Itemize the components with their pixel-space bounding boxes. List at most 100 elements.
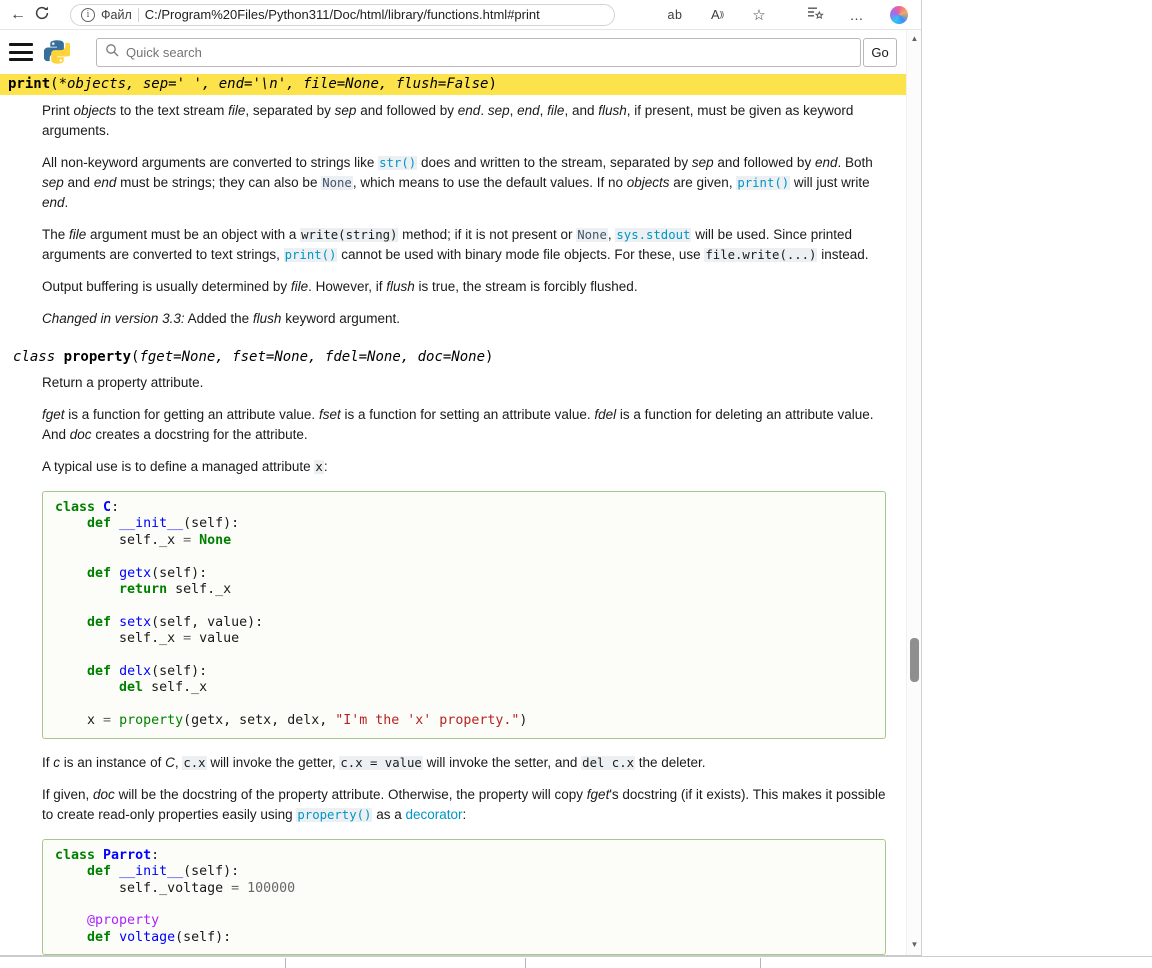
- property-paragraph-4: If c is an instance of C, c.x will invok…: [42, 753, 886, 773]
- copilot-icon: [890, 6, 908, 24]
- text-run: *objects, sep=' ', end='\n', file=None, …: [59, 76, 489, 92]
- inline-link[interactable]: None: [576, 228, 608, 242]
- scrollbar-thumb[interactable]: [910, 638, 919, 682]
- property-paragraph-5: If given, doc will be the docstring of t…: [42, 785, 886, 825]
- code-line: self._x = None: [55, 533, 873, 549]
- favorites-collections-icon: [807, 6, 824, 23]
- text-run: creates a docstring for the attribute.: [92, 427, 308, 442]
- code-line: def __init__(self):: [55, 516, 873, 532]
- search-icon: [105, 43, 119, 62]
- text-run: and: [64, 175, 94, 190]
- scroll-down-arrow[interactable]: ▼: [907, 940, 922, 949]
- inline-link[interactable]: decorator: [405, 807, 462, 822]
- code-line: def voltage(self):: [55, 930, 873, 946]
- add-favorite-button[interactable]: ☆: [747, 2, 771, 28]
- copilot-button[interactable]: [887, 2, 911, 28]
- text-run: fset: [319, 407, 341, 422]
- inline-link[interactable]: str(): [378, 156, 417, 170]
- text-run: doc: [93, 787, 115, 802]
- text-run: property: [64, 349, 131, 365]
- text-run: the deleter.: [635, 755, 706, 770]
- code-line: [55, 648, 873, 664]
- menu-button[interactable]: [9, 42, 35, 62]
- inline-link[interactable]: print(): [736, 176, 790, 190]
- code-example-class-parrot: class Parrot: def __init__(self): self._…: [42, 839, 886, 955]
- browser-toolbar: ← i Файл C:/Program%20Files/Python311/Do…: [0, 0, 921, 30]
- translate-button[interactable]: ab: [663, 2, 687, 28]
- address-bar[interactable]: i Файл C:/Program%20Files/Python311/Doc/…: [70, 4, 615, 26]
- text-run: c.x = value: [339, 756, 422, 770]
- text-run: ): [485, 349, 493, 365]
- text-run: flush: [253, 311, 282, 326]
- text-run: All non-keyword arguments are converted …: [42, 155, 378, 170]
- text-run: file: [69, 227, 86, 242]
- hamburger-icon: [9, 43, 33, 46]
- code-line: def delx(self):: [55, 664, 873, 680]
- text-run: end: [94, 175, 117, 190]
- print-paragraph-1: Print objects to the text stream file, s…: [42, 101, 886, 141]
- inline-link[interactable]: sys.stdout: [615, 228, 691, 242]
- text-run: objects: [74, 103, 117, 118]
- text-run: fget: [42, 407, 65, 422]
- inline-link[interactable]: property(): [296, 808, 372, 822]
- text-run: , separated by: [245, 103, 334, 118]
- search-go-button[interactable]: Go: [863, 38, 897, 67]
- text-run: file: [228, 103, 245, 118]
- text-run: A typical use is to define a managed att…: [42, 459, 314, 474]
- page-info-icon[interactable]: i: [81, 8, 95, 22]
- settings-more-button[interactable]: …: [845, 2, 869, 28]
- property-signature: class property(fget=None, fset=None, fde…: [13, 347, 906, 367]
- page-viewport: Go print(*objects, sep=' ', end='\n', fi…: [0, 30, 921, 955]
- text-run: C: [165, 755, 175, 770]
- more-icon: …: [850, 7, 865, 23]
- text-run: instead.: [817, 247, 868, 262]
- address-divider: [138, 8, 139, 22]
- text-run: and followed by: [714, 155, 815, 170]
- text-run: will just write: [790, 175, 870, 190]
- read-aloud-button[interactable]: A)): [705, 2, 729, 28]
- text-run: sep: [692, 155, 714, 170]
- back-button[interactable]: ←: [6, 2, 30, 28]
- doc-header: Go: [0, 30, 906, 74]
- text-run: are given,: [670, 175, 737, 190]
- code-line: self._x = value: [55, 631, 873, 647]
- print-paragraph-2: All non-keyword arguments are converted …: [42, 153, 886, 213]
- taskbar-divider: [760, 958, 761, 968]
- python-logo[interactable]: [44, 39, 70, 65]
- text-run: . However, if: [308, 279, 386, 294]
- url-text[interactable]: C:/Program%20Files/Python311/Doc/html/li…: [145, 7, 540, 22]
- code-line: @property: [55, 913, 873, 929]
- code-line: [55, 598, 873, 614]
- vertical-scrollbar[interactable]: ▲ ▼: [906, 30, 921, 955]
- scroll-up-arrow[interactable]: ▲: [907, 34, 922, 43]
- text-run: fdel: [594, 407, 616, 422]
- inline-link[interactable]: None: [321, 176, 353, 190]
- text-run: , which means to use the default values.…: [353, 175, 627, 190]
- text-run: ,: [510, 103, 518, 118]
- text-run: end: [42, 195, 65, 210]
- taskbar-divider: [525, 958, 526, 968]
- code-example-class-c: class C: def __init__(self): self._x = N…: [42, 491, 886, 739]
- code-line: def setx(self, value):: [55, 615, 873, 631]
- favorites-bar-button[interactable]: [803, 2, 827, 28]
- text-run: argument must be an object with a: [86, 227, 300, 242]
- text-run: as a: [372, 807, 405, 822]
- text-run: does and written to the stream, separate…: [417, 155, 692, 170]
- text-run: The: [42, 227, 69, 242]
- search-input[interactable]: [126, 45, 852, 60]
- text-run: class: [13, 349, 64, 365]
- text-run: . Both: [837, 155, 872, 170]
- text-run: print: [8, 76, 50, 92]
- text-run: write(string): [300, 228, 398, 242]
- code-line: return self._x: [55, 582, 873, 598]
- refresh-button[interactable]: [30, 2, 54, 28]
- taskbar-edge: [0, 956, 1152, 968]
- text-run: end: [458, 103, 481, 118]
- read-aloud-icon: A)): [711, 7, 723, 22]
- inline-link[interactable]: print(): [284, 248, 338, 262]
- toolbar-icons: ab A)) ☆: [663, 2, 911, 28]
- code-line: del self._x: [55, 680, 873, 696]
- print-paragraph-3: The file argument must be an object with…: [42, 225, 886, 265]
- text-run: is a function for setting an attribute v…: [341, 407, 595, 422]
- text-run: objects: [627, 175, 670, 190]
